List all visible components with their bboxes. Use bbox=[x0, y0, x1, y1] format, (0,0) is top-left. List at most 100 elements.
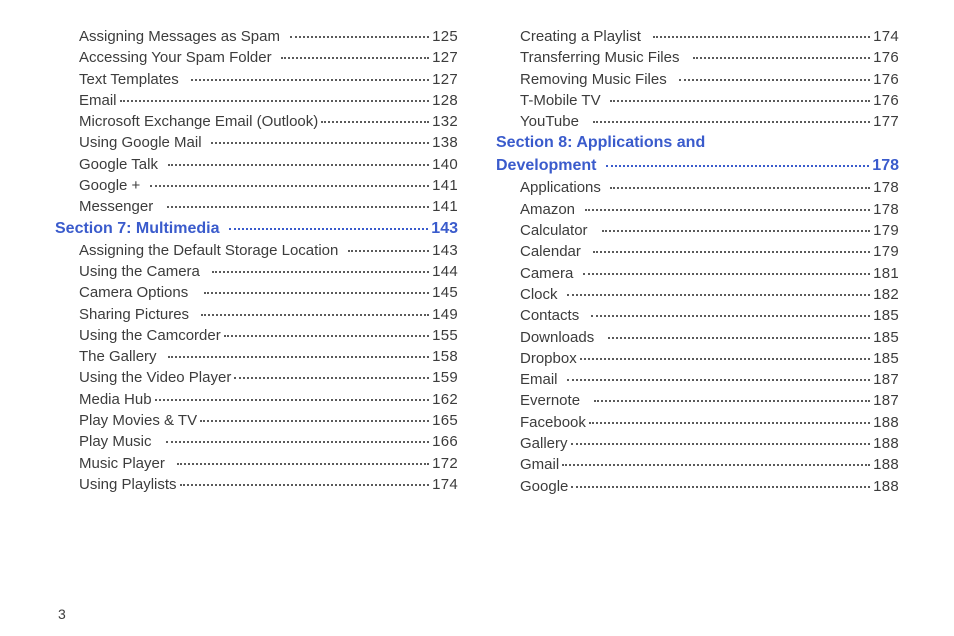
toc-entry[interactable]: Media Hub162 bbox=[55, 391, 458, 408]
toc-page: 143 bbox=[432, 242, 458, 259]
dot-leader bbox=[212, 271, 429, 273]
toc-page: 187 bbox=[873, 392, 899, 409]
toc-entry[interactable]: Assigning the Default Storage Location14… bbox=[55, 242, 458, 259]
toc-entry[interactable]: T-Mobile TV176 bbox=[496, 92, 899, 109]
toc-entry[interactable]: The Gallery158 bbox=[55, 348, 458, 365]
toc-page: 176 bbox=[873, 71, 899, 88]
toc-entry[interactable]: Email128 bbox=[55, 92, 458, 109]
toc-entry[interactable]: Assigning Messages as Spam 125 bbox=[55, 28, 458, 45]
toc-label: Transferring Music Files bbox=[520, 49, 679, 66]
toc-page: 174 bbox=[432, 476, 458, 493]
toc-label: Music Player bbox=[79, 455, 165, 472]
toc-entry[interactable]: Sharing Pictures149 bbox=[55, 306, 458, 323]
toc-label: Using the Camcorder bbox=[79, 327, 221, 344]
toc-entry[interactable]: Play Movies & TV 165 bbox=[55, 412, 458, 429]
toc-page: 176 bbox=[873, 92, 899, 109]
toc-page: 159 bbox=[432, 369, 458, 386]
toc-page: 176 bbox=[873, 49, 899, 66]
toc-entry[interactable]: Play Music166 bbox=[55, 433, 458, 450]
toc-page: 141 bbox=[432, 198, 458, 215]
toc-entry[interactable]: Applications178 bbox=[496, 179, 899, 196]
dot-leader bbox=[653, 36, 870, 38]
toc-page: 145 bbox=[432, 284, 458, 301]
toc-page: 162 bbox=[432, 391, 458, 408]
toc-entry[interactable]: Email187 bbox=[496, 371, 899, 388]
toc-entry[interactable]: Text Templates127 bbox=[55, 71, 458, 88]
toc-entry[interactable]: Transferring Music Files 176 bbox=[496, 49, 899, 66]
toc-page: 177 bbox=[873, 113, 899, 130]
section-heading[interactable]: Section 7: Multimedia143 bbox=[55, 220, 458, 238]
toc-entry[interactable]: Calendar179 bbox=[496, 243, 899, 260]
toc-entry[interactable]: Gallery188 bbox=[496, 435, 899, 452]
toc-entry[interactable]: Messenger141 bbox=[55, 198, 458, 215]
dot-leader bbox=[234, 377, 429, 379]
section-heading-line[interactable]: Section 8: Applications and bbox=[496, 134, 899, 152]
toc-page: 178 bbox=[872, 157, 899, 175]
toc-page: 188 bbox=[873, 478, 899, 495]
dot-leader bbox=[229, 228, 428, 230]
toc-page: 144 bbox=[432, 263, 458, 280]
toc-entry[interactable]: Removing Music Files 176 bbox=[496, 71, 899, 88]
dot-leader bbox=[167, 206, 429, 208]
dot-leader bbox=[591, 315, 870, 317]
dot-leader bbox=[610, 100, 870, 102]
toc-entry[interactable]: Downloads185 bbox=[496, 329, 899, 346]
dot-leader bbox=[290, 36, 430, 38]
section-heading[interactable]: Development178 bbox=[496, 157, 899, 175]
toc-entry[interactable]: Microsoft Exchange Email (Outlook)132 bbox=[55, 113, 458, 130]
toc-label: Using the Camera bbox=[79, 263, 200, 280]
toc-label: Removing Music Files bbox=[520, 71, 667, 88]
toc-entry[interactable]: Creating a Playlist174 bbox=[496, 28, 899, 45]
dot-leader bbox=[224, 335, 429, 337]
toc-label: Assigning Messages as Spam bbox=[79, 28, 280, 45]
toc-entry[interactable]: Amazon178 bbox=[496, 201, 899, 218]
toc-entry[interactable]: Facebook188 bbox=[496, 414, 899, 431]
right-column: Creating a Playlist174 Transferring Music… bbox=[496, 28, 899, 499]
toc-page: 155 bbox=[432, 327, 458, 344]
toc-page: 141 bbox=[432, 177, 458, 194]
toc-label: Email bbox=[520, 371, 558, 388]
dot-leader bbox=[155, 399, 430, 401]
dot-leader bbox=[201, 314, 429, 316]
toc-entry[interactable]: Gmail188 bbox=[496, 456, 899, 473]
toc-entry[interactable]: Camera Options145 bbox=[55, 284, 458, 301]
toc-entry[interactable]: Contacts185 bbox=[496, 307, 899, 324]
toc-entry[interactable]: Google Talk 140 bbox=[55, 156, 458, 173]
dot-leader bbox=[567, 294, 870, 296]
toc-entry[interactable]: Using Google Mail138 bbox=[55, 134, 458, 151]
toc-page: 178 bbox=[873, 201, 899, 218]
dot-leader bbox=[593, 121, 870, 123]
toc-page: 182 bbox=[873, 286, 899, 303]
toc-entry[interactable]: Google + 141 bbox=[55, 177, 458, 194]
toc-page: 140 bbox=[432, 156, 458, 173]
toc-label: Sharing Pictures bbox=[79, 306, 189, 323]
toc-label: Using the Video Player bbox=[79, 369, 231, 386]
page-number: 3 bbox=[58, 606, 66, 622]
toc-label: The Gallery bbox=[79, 348, 157, 365]
toc-entry[interactable]: Dropbox185 bbox=[496, 350, 899, 367]
toc-label: Calendar bbox=[520, 243, 581, 260]
toc-label: Play Movies & TV bbox=[79, 412, 197, 429]
toc-label: Google + bbox=[79, 177, 140, 194]
toc-entry[interactable]: Google188 bbox=[496, 478, 899, 495]
toc-entry[interactable]: Evernote187 bbox=[496, 392, 899, 409]
toc-entry[interactable]: Music Player 172 bbox=[55, 455, 458, 472]
toc-page: 125 bbox=[432, 28, 458, 45]
toc-page: 188 bbox=[873, 435, 899, 452]
toc-entry[interactable]: YouTube177 bbox=[496, 113, 899, 130]
toc-page: 172 bbox=[432, 455, 458, 472]
toc-entry[interactable]: Using Playlists174 bbox=[55, 476, 458, 493]
toc-entry[interactable]: Using the Video Player 159 bbox=[55, 369, 458, 386]
dot-leader bbox=[180, 484, 430, 486]
toc-page: 165 bbox=[432, 412, 458, 429]
toc-entry[interactable]: Calculator179 bbox=[496, 222, 899, 239]
dot-leader bbox=[693, 57, 870, 59]
toc-entry[interactable]: Using the Camera 144 bbox=[55, 263, 458, 280]
toc-label: Clock bbox=[520, 286, 558, 303]
toc-entry[interactable]: Clock 182 bbox=[496, 286, 899, 303]
toc-label: Google Talk bbox=[79, 156, 158, 173]
dot-leader bbox=[594, 400, 870, 402]
toc-entry[interactable]: Accessing Your Spam Folder127 bbox=[55, 49, 458, 66]
toc-entry[interactable]: Using the Camcorder 155 bbox=[55, 327, 458, 344]
toc-entry[interactable]: Camera181 bbox=[496, 265, 899, 282]
